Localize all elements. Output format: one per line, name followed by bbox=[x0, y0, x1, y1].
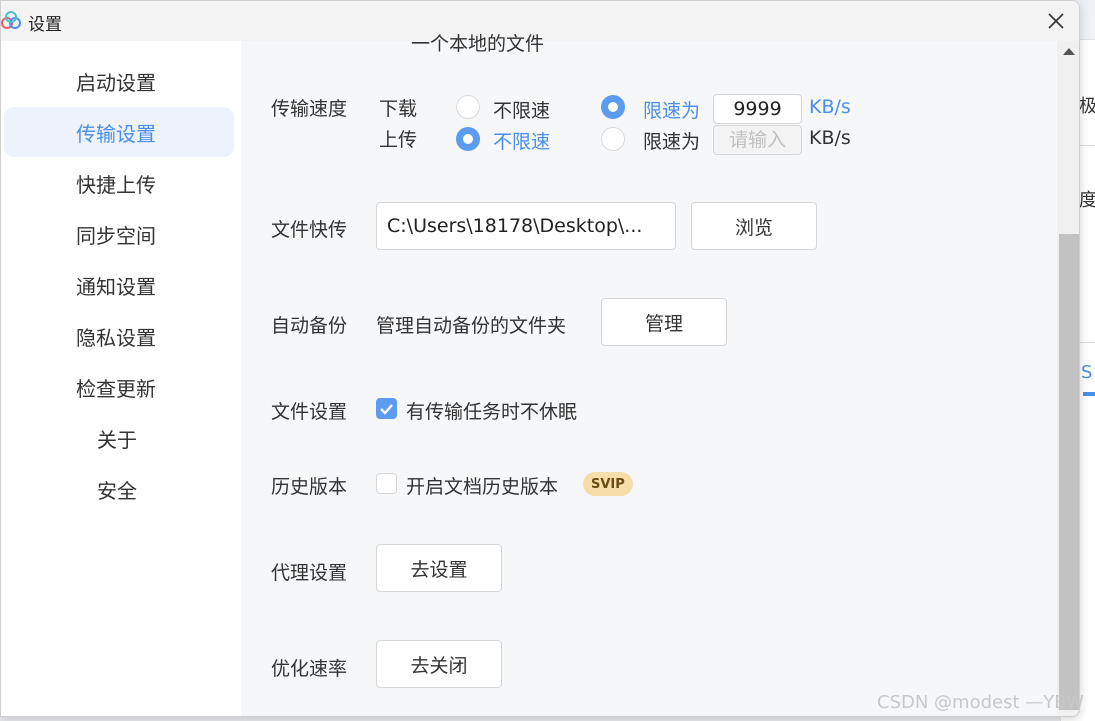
sidebar-item-security[interactable]: 安全 bbox=[4, 464, 234, 514]
upload-limit-radio[interactable] bbox=[601, 127, 625, 151]
background-text-1: 极 bbox=[1079, 96, 1095, 117]
download-label: 下载 bbox=[379, 98, 418, 120]
proxy-label: 代理设置 bbox=[271, 562, 348, 584]
settings-content: 一个本地的文件 传输速度 下载 上传 不限速 限速为 KB/s 不限速 限速为 … bbox=[241, 33, 1057, 716]
upload-unlimited-text[interactable]: 不限速 bbox=[493, 127, 550, 154]
upload-unit: KB/s bbox=[809, 127, 851, 149]
scrollbar[interactable] bbox=[1057, 41, 1079, 716]
history-version-text[interactable]: 开启文档历史版本 bbox=[406, 472, 558, 499]
upload-unlimited-radio[interactable] bbox=[456, 127, 480, 151]
no-sleep-checkbox[interactable] bbox=[376, 398, 397, 419]
optimize-close-button[interactable]: 去关闭 bbox=[376, 640, 502, 688]
watermark: CSDN @modest —YBW bbox=[877, 692, 1084, 713]
proxy-settings-button[interactable]: 去设置 bbox=[376, 544, 502, 592]
sidebar-item-notifications[interactable]: 通知设置 bbox=[4, 260, 234, 310]
sidebar-item-check-update[interactable]: 检查更新 bbox=[4, 362, 234, 412]
svip-badge: SVIP bbox=[583, 472, 633, 496]
settings-dialog: 设置 启动设置 传输设置 快捷上传 同步空间 通知设置 隐私设置 检查更新 关于… bbox=[0, 0, 1080, 717]
sidebar-item-transfer[interactable]: 传输设置 bbox=[4, 107, 234, 157]
upload-label: 上传 bbox=[379, 129, 418, 151]
window-title: 设置 bbox=[28, 15, 62, 35]
download-limit-radio[interactable] bbox=[601, 95, 625, 119]
scrollbar-thumb[interactable] bbox=[1059, 234, 1079, 710]
manage-backup-button[interactable]: 管理 bbox=[601, 298, 727, 346]
quick-transfer-path-field[interactable]: C:\Users\18178\Desktop\... bbox=[376, 202, 676, 250]
history-version-checkbox[interactable] bbox=[376, 473, 397, 494]
download-unlimited-text[interactable]: 不限速 bbox=[493, 96, 550, 123]
close-icon bbox=[1048, 13, 1064, 29]
upload-limit-input[interactable] bbox=[713, 125, 802, 155]
sidebar-item-about[interactable]: 关于 bbox=[4, 413, 234, 463]
clipped-text: 一个本地的文件 bbox=[411, 33, 545, 55]
sidebar-nav: 启动设置 传输设置 快捷上传 同步空间 通知设置 隐私设置 检查更新 关于 安全 bbox=[1, 41, 241, 716]
download-limit-text[interactable]: 限速为 bbox=[643, 96, 700, 123]
history-version-label: 历史版本 bbox=[271, 476, 348, 498]
upload-limit-text[interactable]: 限速为 bbox=[643, 127, 700, 154]
quick-transfer-label: 文件快传 bbox=[271, 219, 348, 241]
sidebar-item-sync-space[interactable]: 同步空间 bbox=[4, 209, 234, 259]
no-sleep-text[interactable]: 有传输任务时不休眠 bbox=[406, 397, 577, 424]
close-button[interactable] bbox=[1041, 6, 1071, 36]
browse-button[interactable]: 浏览 bbox=[691, 202, 817, 250]
sidebar-item-quick-upload[interactable]: 快捷上传 bbox=[4, 158, 234, 208]
download-unit: KB/s bbox=[809, 96, 851, 118]
download-unlimited-radio[interactable] bbox=[456, 95, 480, 119]
auto-backup-description: 管理自动备份的文件夹 bbox=[376, 315, 567, 337]
checkmark-icon bbox=[380, 404, 393, 415]
speed-label: 传输速度 bbox=[271, 98, 348, 120]
scroll-up-arrow-icon[interactable] bbox=[1063, 48, 1075, 55]
auto-backup-label: 自动备份 bbox=[271, 315, 348, 337]
background-text-2: 度: bbox=[1079, 190, 1095, 211]
sidebar-item-startup[interactable]: 启动设置 bbox=[4, 56, 234, 106]
background-text-3[interactable]: S bbox=[1081, 362, 1092, 383]
file-settings-label: 文件设置 bbox=[271, 401, 348, 423]
sidebar-item-privacy[interactable]: 隐私设置 bbox=[4, 311, 234, 361]
background-tab-indicator bbox=[1083, 392, 1095, 396]
download-limit-input[interactable] bbox=[713, 94, 802, 124]
optimize-rate-label: 优化速率 bbox=[271, 658, 348, 680]
app-logo-icon bbox=[1, 11, 21, 29]
